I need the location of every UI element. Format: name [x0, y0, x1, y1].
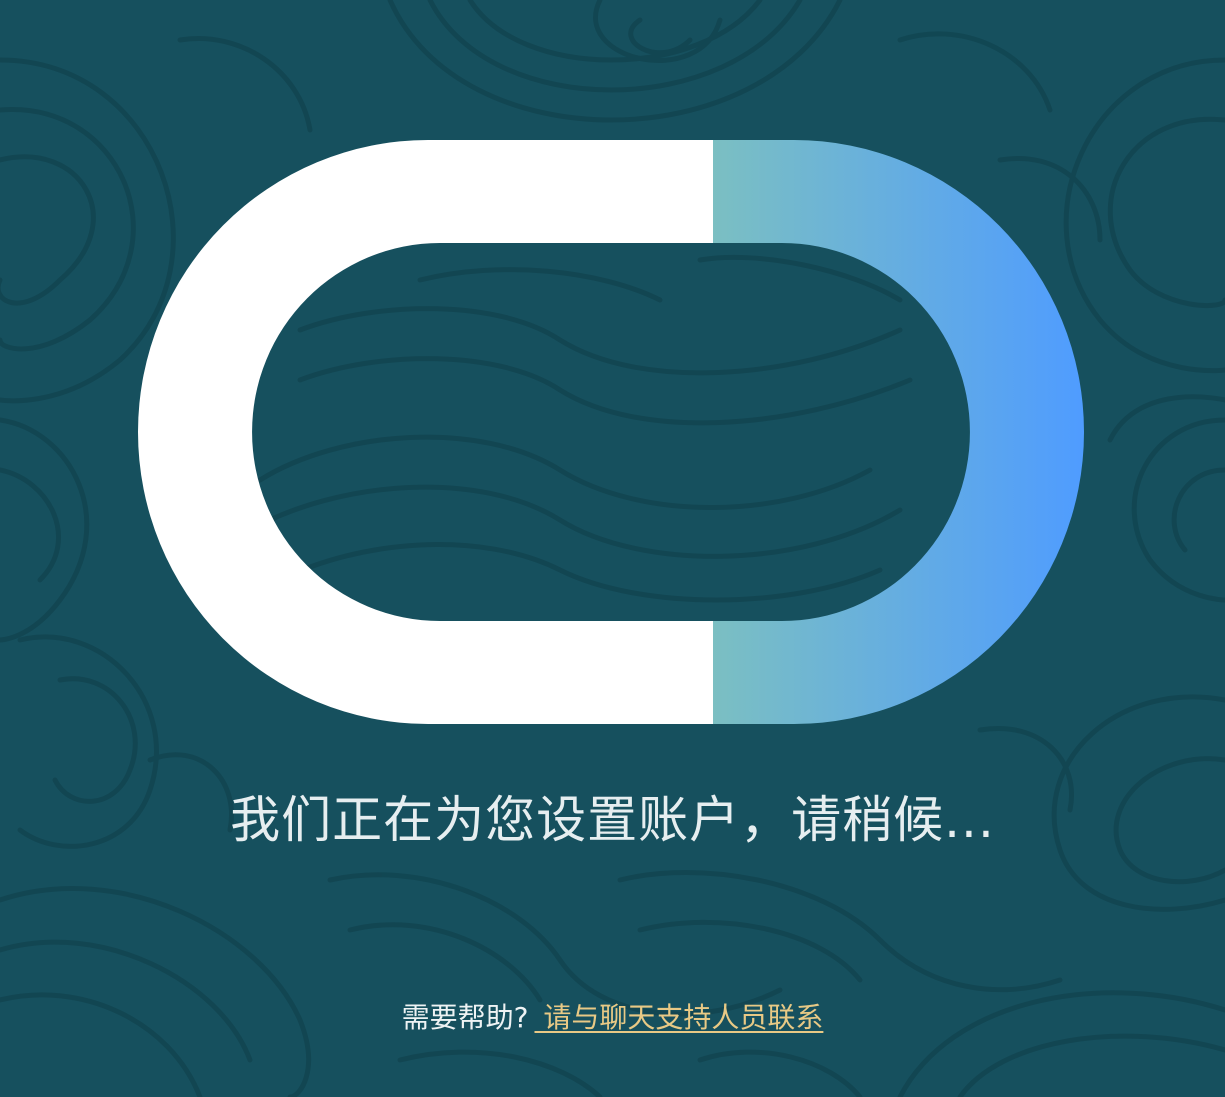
- setup-status-message: 我们正在为您设置账户，请稍候...: [230, 791, 995, 849]
- help-prompt: 需要帮助?: [401, 1001, 529, 1034]
- chat-support-link[interactable]: 请与聊天支持人员联系: [534, 1001, 823, 1034]
- app-logo-ring: [138, 140, 1084, 724]
- help-line: 需要帮助? 请与聊天支持人员联系: [0, 998, 1225, 1038]
